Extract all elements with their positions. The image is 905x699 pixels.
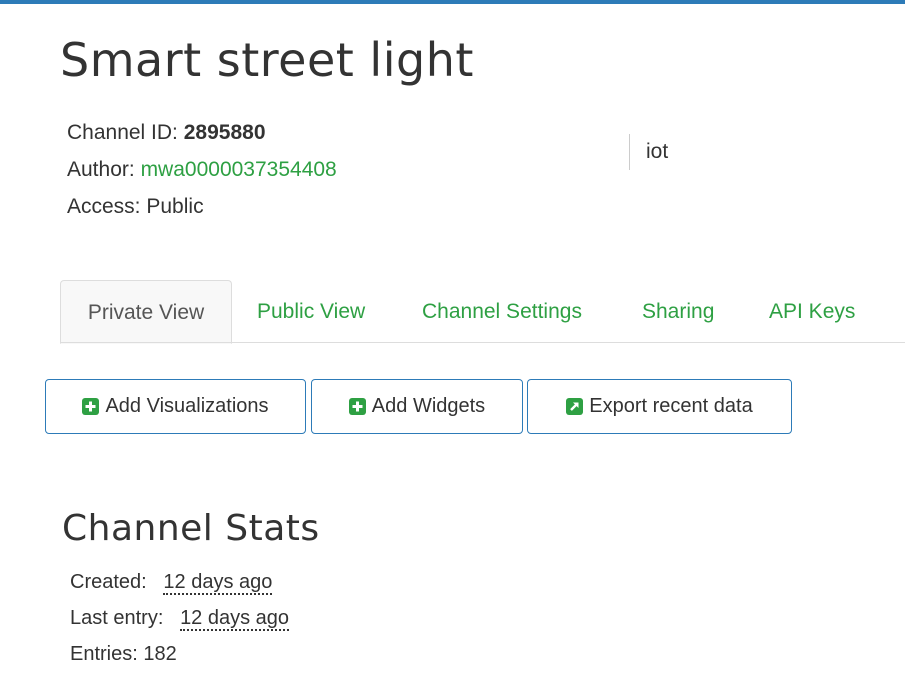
plus-square-icon xyxy=(82,398,100,415)
channel-id-value: 2895880 xyxy=(183,121,266,144)
author-label: Author: xyxy=(67,158,135,181)
add-widgets-label: Add Widgets xyxy=(371,395,486,417)
tab-api-keys[interactable]: API Keys xyxy=(769,280,855,342)
export-recent-data-button[interactable]: Export recent data xyxy=(527,379,792,434)
entries-label: Entries: xyxy=(70,643,138,665)
top-accent-bar xyxy=(0,0,905,4)
channel-meta: Channel ID: 2895880 Author: mwa000003735… xyxy=(67,114,337,225)
last-entry-value: 12 days ago xyxy=(180,607,290,631)
created-value: 12 days ago xyxy=(163,571,273,595)
tabs-underline xyxy=(60,342,905,343)
created-label: Created: xyxy=(70,571,147,593)
last-entry-label: Last entry: xyxy=(70,607,164,629)
channel-id-label: Channel ID: xyxy=(67,121,178,144)
tab-private-view[interactable]: Private View xyxy=(60,280,232,344)
channel-stats: Created: 12 days ago Last entry: 12 days… xyxy=(70,564,290,672)
tab-channel-settings[interactable]: Channel Settings xyxy=(422,280,582,342)
plus-square-icon xyxy=(348,398,366,415)
tab-sharing[interactable]: Sharing xyxy=(642,280,714,342)
export-recent-data-label: Export recent data xyxy=(589,395,753,417)
add-widgets-button[interactable]: Add Widgets xyxy=(311,379,523,434)
add-visualizations-label: Add Visualizations xyxy=(105,395,269,417)
channel-id-row: Channel ID: 2895880 xyxy=(67,114,337,151)
add-visualizations-button[interactable]: Add Visualizations xyxy=(45,379,306,434)
access-value: Public xyxy=(146,195,204,218)
tags-divider xyxy=(629,134,630,170)
channel-tag: iot xyxy=(646,140,669,163)
author-link[interactable]: mwa0000037354408 xyxy=(141,158,337,181)
access-label: Access: xyxy=(67,195,141,218)
channel-stats-title: Channel Stats xyxy=(62,508,320,549)
external-link-square-icon xyxy=(566,398,584,415)
entries-value: 182 xyxy=(143,643,177,665)
created-row: Created: 12 days ago xyxy=(70,564,289,600)
entries-row: Entries: 182 xyxy=(70,636,289,672)
author-row: Author: mwa0000037354408 xyxy=(67,151,337,188)
tab-public-view[interactable]: Public View xyxy=(257,280,365,342)
access-row: Access: Public xyxy=(67,188,337,225)
last-entry-row: Last entry: 12 days ago xyxy=(70,600,290,636)
channel-title: Smart street light xyxy=(60,33,474,87)
channel-tabs: Private View Public View Channel Setting… xyxy=(0,280,905,344)
